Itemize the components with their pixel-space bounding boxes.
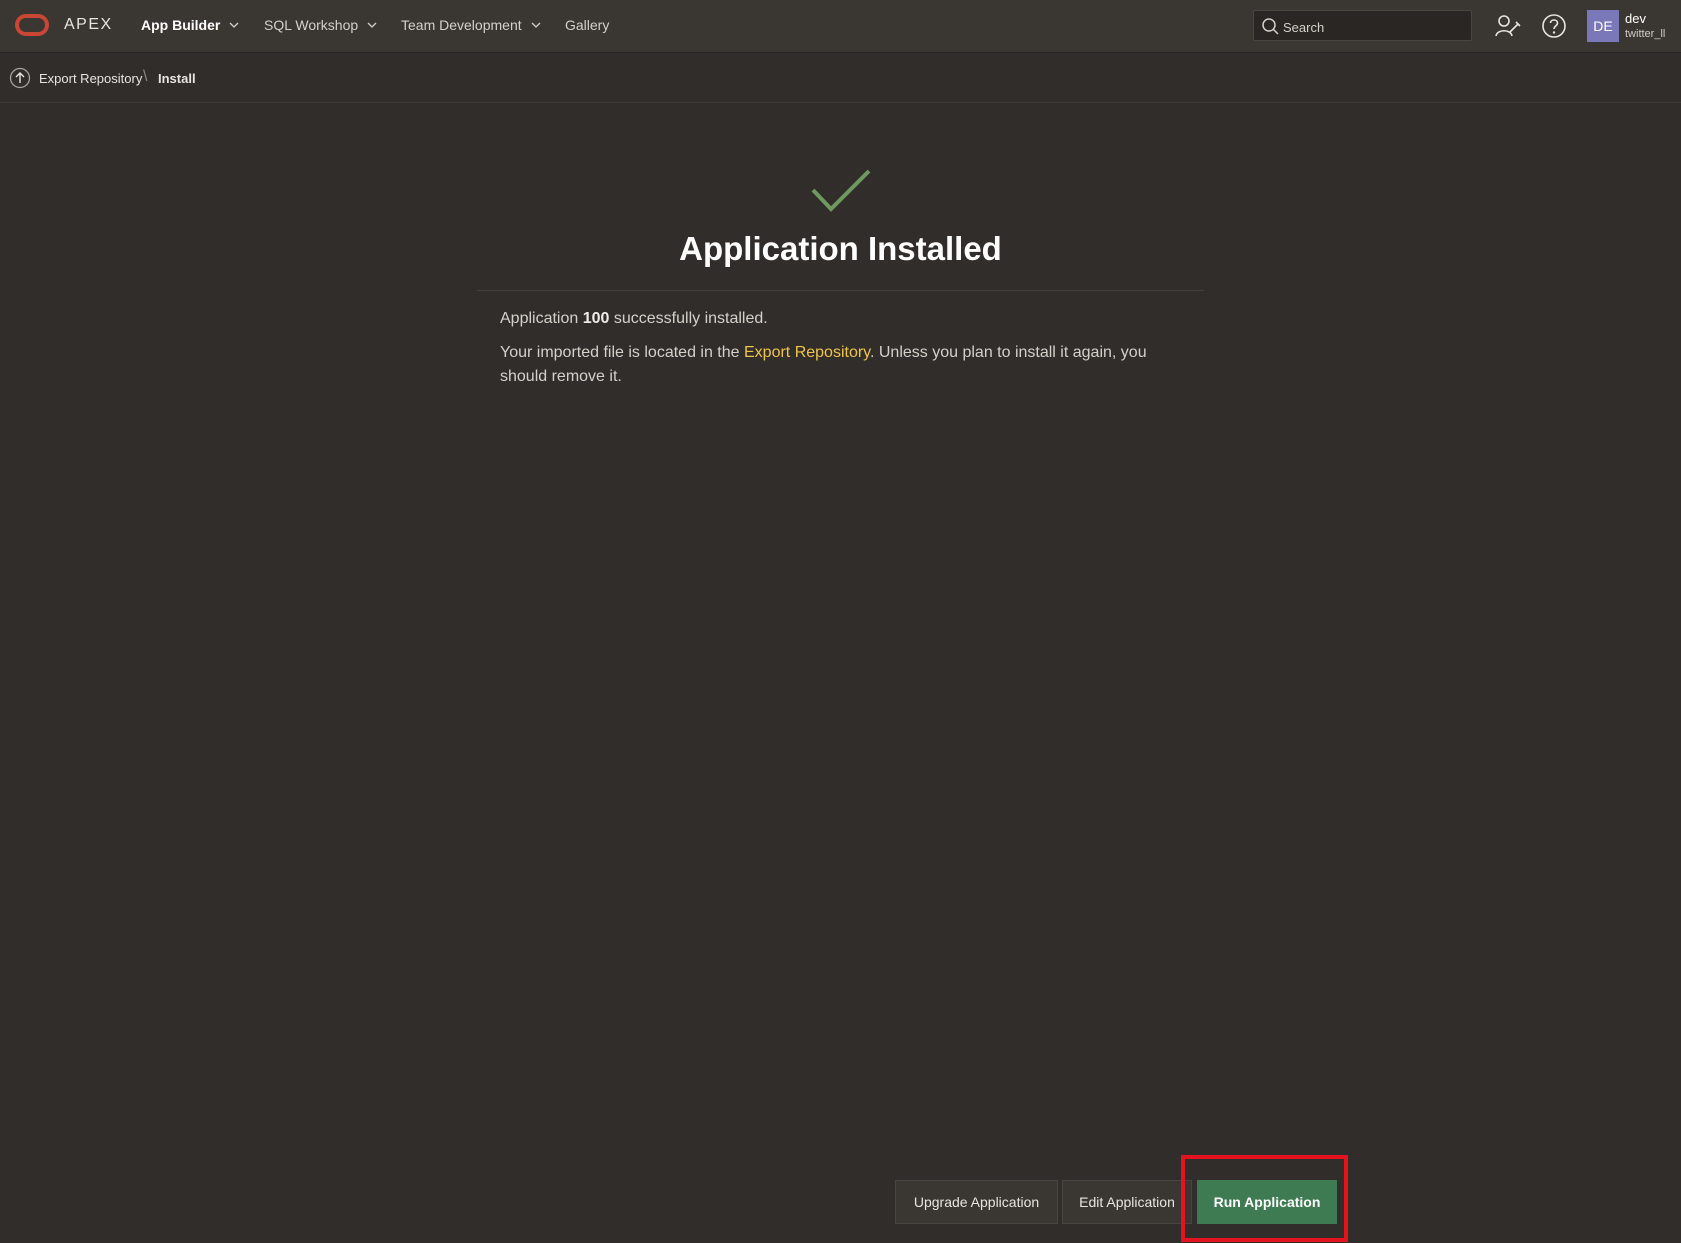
export-repository-link[interactable]: Export Repository	[744, 344, 870, 361]
oracle-logo-icon[interactable]	[15, 14, 49, 36]
breadcrumb-separator: \	[143, 68, 148, 85]
highlight-box	[1181, 1155, 1348, 1242]
checkmark-icon	[811, 169, 871, 212]
upgrade-application-button[interactable]: Upgrade Application	[895, 1180, 1058, 1224]
arrow-up-circle-icon[interactable]	[9, 67, 31, 89]
nav-sql-workshop[interactable]: SQL Workshop	[264, 17, 377, 33]
edit-application-button[interactable]: Edit Application	[1062, 1180, 1192, 1224]
user-name[interactable]: dev	[1625, 11, 1646, 26]
top-navigation-bar: APEX App Builder SQL Workshop Team Devel…	[0, 0, 1681, 53]
nav-gallery[interactable]: Gallery	[565, 17, 609, 33]
breadcrumb-current: Install	[158, 71, 196, 86]
divider	[477, 290, 1204, 291]
success-message: Application 100 successfully installed.	[500, 310, 768, 327]
chevron-down-icon	[367, 22, 377, 28]
breadcrumb: Export Repository \ Install	[0, 54, 1681, 103]
nav-app-builder[interactable]: App Builder	[141, 17, 239, 33]
search-icon	[1262, 18, 1279, 35]
chevron-down-icon	[229, 22, 239, 28]
breadcrumb-export-repository[interactable]: Export Repository	[39, 71, 142, 86]
page-title: Application Installed	[679, 230, 1002, 267]
user-workspace: twitter_ll	[1625, 28, 1666, 40]
help-icon[interactable]	[1540, 12, 1568, 40]
repository-message: Your imported file is located in the Exp…	[500, 344, 1147, 385]
application-id: 100	[582, 310, 610, 327]
administration-icon[interactable]	[1493, 12, 1521, 40]
nav-team-development[interactable]: Team Development	[401, 17, 541, 33]
apex-brand[interactable]: APEX	[64, 16, 113, 34]
search-input[interactable]	[1281, 16, 1470, 38]
avatar[interactable]: DE	[1587, 10, 1619, 42]
chevron-down-icon	[531, 22, 541, 28]
search-box[interactable]	[1253, 10, 1472, 41]
